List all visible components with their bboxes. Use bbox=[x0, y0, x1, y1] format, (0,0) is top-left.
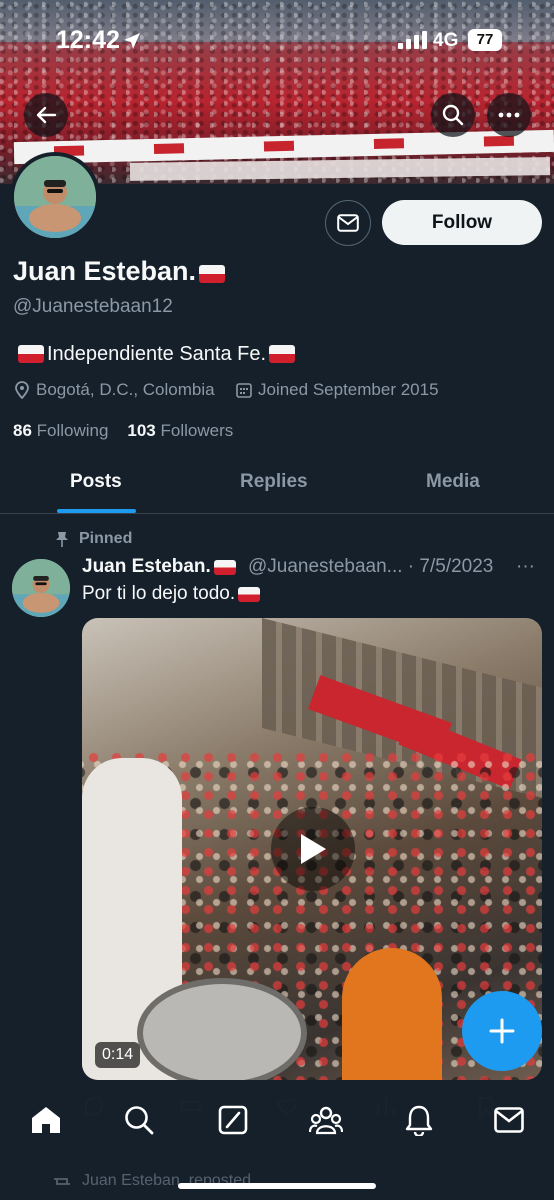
cell-signal-icon bbox=[398, 31, 427, 49]
tab-replies[interactable]: Replies bbox=[240, 471, 308, 493]
compose-post-button[interactable] bbox=[462, 991, 542, 1071]
post-text: Por ti lo dejo todo. bbox=[82, 583, 263, 605]
flag-emoji-icon bbox=[213, 560, 236, 575]
profile-location: Bogotá, D.C., Colombia bbox=[14, 380, 215, 400]
follow-counts: 86 Following 103 Followers bbox=[13, 421, 233, 441]
followers-link[interactable]: 103 Followers bbox=[127, 421, 233, 440]
follow-button[interactable]: Follow bbox=[382, 200, 542, 245]
location-text: Bogotá, D.C., Colombia bbox=[36, 380, 215, 399]
profile-tabs: Posts Replies Media bbox=[0, 458, 554, 514]
post-text-body: Por ti lo dejo todo. bbox=[82, 583, 236, 604]
back-button[interactable] bbox=[24, 93, 68, 137]
post-author-avatar[interactable] bbox=[12, 559, 70, 617]
search-icon bbox=[442, 104, 464, 126]
post-more-button[interactable]: ··· bbox=[516, 556, 535, 578]
notifications-icon bbox=[405, 1105, 433, 1136]
network-type: 4G bbox=[433, 30, 459, 51]
active-tab-indicator bbox=[57, 509, 136, 513]
tab-posts[interactable]: Posts bbox=[70, 471, 122, 493]
followers-count: 103 bbox=[127, 421, 156, 440]
flag-emoji-icon bbox=[269, 345, 296, 363]
profile-name: Juan Esteban. bbox=[13, 256, 228, 287]
location-pin-icon bbox=[15, 381, 29, 399]
search-icon bbox=[125, 1106, 154, 1135]
following-label: Following bbox=[36, 421, 109, 440]
grok-icon bbox=[218, 1105, 248, 1135]
plus-icon bbox=[489, 1018, 515, 1044]
play-button[interactable] bbox=[271, 807, 355, 891]
pin-icon bbox=[56, 532, 68, 547]
post-author-name[interactable]: Juan Esteban. bbox=[82, 556, 239, 578]
post-date[interactable]: 7/5/2023 bbox=[419, 556, 493, 577]
nav-communities[interactable] bbox=[306, 1100, 346, 1140]
nav-grok[interactable] bbox=[213, 1100, 253, 1140]
post-meta: @Juanestebaan... · 7/5/2023 bbox=[248, 556, 493, 578]
play-icon bbox=[301, 834, 326, 864]
followers-label: Followers bbox=[160, 421, 234, 440]
bio-text: Independiente Santa Fe. bbox=[47, 343, 267, 365]
video-duration: 0:14 bbox=[95, 1042, 141, 1068]
profile-avatar[interactable] bbox=[10, 152, 100, 242]
nav-messages[interactable] bbox=[489, 1100, 529, 1140]
post-author-name-text: Juan Esteban. bbox=[82, 556, 211, 577]
nav-notifications[interactable] bbox=[399, 1100, 439, 1140]
home-icon bbox=[32, 1107, 60, 1133]
envelope-icon bbox=[337, 214, 359, 232]
home-indicator[interactable] bbox=[178, 1183, 376, 1189]
battery-indicator: 77 bbox=[468, 29, 502, 51]
calendar-icon bbox=[236, 383, 252, 398]
tab-media[interactable]: Media bbox=[426, 471, 480, 493]
video-fan-orange bbox=[342, 948, 442, 1080]
nav-home[interactable] bbox=[26, 1100, 66, 1140]
search-profile-button[interactable] bbox=[431, 93, 475, 137]
flag-emoji-icon bbox=[18, 345, 44, 363]
avatar-photo bbox=[14, 156, 96, 238]
following-count: 86 bbox=[13, 421, 32, 440]
profile-bio: Independiente Santa Fe. bbox=[15, 343, 298, 366]
profile-name-text: Juan Esteban. bbox=[13, 256, 197, 286]
nav-search[interactable] bbox=[119, 1100, 159, 1140]
flag-emoji-icon bbox=[238, 587, 261, 602]
profile-handle: @Juanestebaan12 bbox=[13, 296, 173, 317]
avatar-photo bbox=[12, 559, 70, 617]
post-author-handle[interactable]: @Juanestebaan... bbox=[248, 556, 403, 577]
more-options-button[interactable] bbox=[487, 93, 531, 137]
status-bar: 12:42 4G 77 bbox=[0, 26, 554, 56]
pinned-text: Pinned bbox=[79, 530, 133, 547]
following-link[interactable]: 86 Following bbox=[13, 421, 108, 440]
location-arrow-icon bbox=[124, 33, 140, 49]
meta-separator: · bbox=[407, 556, 415, 577]
video-drum bbox=[137, 978, 307, 1080]
repost-icon bbox=[54, 1178, 70, 1185]
more-dots-icon bbox=[498, 112, 520, 118]
pinned-label: Pinned bbox=[55, 530, 132, 548]
flag-emoji-icon bbox=[199, 265, 226, 283]
message-button[interactable] bbox=[325, 200, 371, 246]
communities-icon bbox=[309, 1106, 343, 1135]
profile-joined-date: Joined September 2015 bbox=[236, 380, 439, 400]
status-time: 12:42 bbox=[56, 26, 120, 54]
back-arrow-icon bbox=[36, 106, 57, 124]
messages-icon bbox=[494, 1107, 524, 1133]
joined-text: Joined September 2015 bbox=[258, 380, 439, 399]
